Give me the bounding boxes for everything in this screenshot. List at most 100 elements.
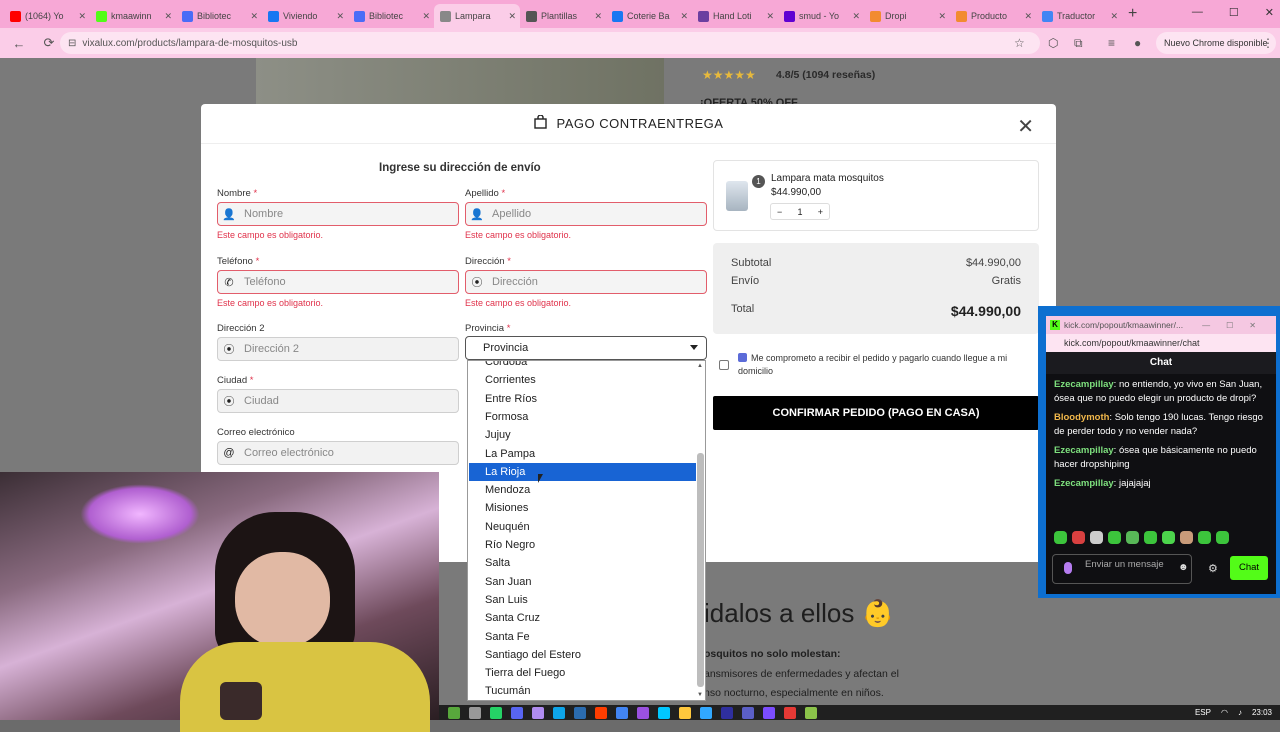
browser-tab[interactable]: kmaawinn ✕ — [90, 4, 176, 28]
menu-icon[interactable]: ⋮ — [1262, 36, 1274, 50]
dropdown-option[interactable]: Córdoba — [469, 361, 696, 371]
browser-tab[interactable]: Hand Loti ✕ — [692, 4, 778, 28]
dropdown-option[interactable]: Entre Ríos — [469, 390, 696, 408]
minus-button[interactable]: − — [777, 207, 782, 217]
extension-icon[interactable]: ⬡ — [1048, 36, 1058, 50]
puzzle-icon[interactable]: ⧉ — [1074, 36, 1083, 51]
taskbar-app-icon[interactable] — [637, 706, 649, 719]
taskbar-app-icon[interactable] — [700, 706, 712, 719]
telefono-field[interactable]: ✆ Teléfono — [217, 270, 459, 294]
chat-username[interactable]: Ezecampillay — [1054, 379, 1114, 390]
taskbar-app-icon[interactable] — [448, 706, 460, 719]
dropdown-scrollbar[interactable] — [697, 453, 704, 687]
dropdown-option[interactable]: San Luis — [469, 591, 696, 609]
dropdown-option[interactable]: La Pampa — [469, 445, 696, 463]
correo-field[interactable]: @ Correo electrónico — [217, 441, 459, 465]
close-window-icon[interactable]: ✕ — [1265, 6, 1274, 19]
dropdown-option[interactable]: Río Negro — [469, 536, 696, 554]
direccion-field[interactable]: ⦿ Dirección — [465, 270, 707, 294]
dropdown-option[interactable]: Tierra del Fuego — [469, 664, 696, 682]
dropdown-option[interactable]: Jujuy — [469, 426, 696, 444]
ciudad-field[interactable]: ⦿ Ciudad — [217, 389, 459, 413]
minimize-icon[interactable]: — — [1192, 6, 1203, 19]
browser-tab[interactable]: Dropi ✕ — [864, 4, 950, 28]
browser-tab[interactable]: smud - Yo ✕ — [778, 4, 864, 28]
taskbar-app-icon[interactable] — [511, 706, 523, 719]
tab-close-icon[interactable]: ✕ — [1110, 11, 1118, 22]
taskbar-app-icon[interactable] — [784, 706, 796, 719]
provincia-select[interactable]: Provincia — [465, 336, 707, 360]
taskbar-app-icon[interactable] — [721, 706, 733, 719]
wifi-icon[interactable]: ◠ — [1221, 706, 1228, 719]
gear-icon[interactable]: ⚙ — [1208, 562, 1218, 575]
dropdown-option[interactable]: Santa Cruz — [469, 609, 696, 627]
tab-close-icon[interactable]: ✕ — [78, 11, 86, 22]
dropdown-option[interactable]: Corrientes — [469, 371, 696, 389]
tab-close-icon[interactable]: ✕ — [508, 11, 516, 22]
emote-icon[interactable] — [1090, 530, 1103, 544]
tab-close-icon[interactable]: ✕ — [422, 11, 430, 22]
clock[interactable]: 23:03 — [1252, 706, 1272, 719]
back-icon[interactable]: ← — [8, 36, 30, 51]
profile-icon[interactable]: ● — [1134, 36, 1141, 50]
chrome-update-button[interactable]: Nuevo Chrome disponible — [1156, 32, 1276, 54]
taskbar-app-icon[interactable] — [805, 706, 817, 719]
browser-tab[interactable]: Lampara ✕ — [434, 4, 520, 28]
dropdown-option[interactable]: Tucumán — [469, 682, 696, 700]
bookmark-star-icon[interactable]: ☆ — [1014, 36, 1025, 50]
browser-tab[interactable]: Producto ✕ — [950, 4, 1036, 28]
new-tab-icon[interactable]: + — [1128, 5, 1137, 23]
commit-checkbox[interactable] — [719, 360, 729, 370]
emote-icon[interactable] — [1108, 530, 1121, 544]
dropdown-option[interactable]: Mendoza — [469, 481, 696, 499]
provincia-dropdown-list[interactable]: ▲ ▼ Córdoba Corrientes Entre Ríos Formosa Ju… — [467, 360, 706, 701]
emote-icon[interactable] — [1126, 530, 1139, 544]
mic-icon[interactable] — [1064, 562, 1072, 574]
reload-icon[interactable]: ⟳ — [38, 35, 60, 51]
browser-tab[interactable]: Coterie Ba ✕ — [606, 4, 692, 28]
language-indicator[interactable]: ESP — [1195, 706, 1211, 719]
taskbar-app-icon[interactable] — [553, 706, 565, 719]
tab-close-icon[interactable]: ✕ — [680, 11, 688, 22]
taskbar-app-icon[interactable] — [532, 706, 544, 719]
site-info-icon[interactable]: ⊟ — [68, 38, 76, 49]
nombre-field[interactable]: 👤 Nombre — [217, 202, 459, 226]
emote-icon[interactable] — [1180, 530, 1193, 544]
dropdown-option[interactable]: Santa Fe — [469, 628, 696, 646]
tab-close-icon[interactable]: ✕ — [250, 11, 258, 22]
dropdown-option[interactable]: Santiago del Estero — [469, 646, 696, 664]
checkbox-checked-icon[interactable] — [738, 353, 747, 362]
taskbar-app-icon[interactable] — [658, 706, 670, 719]
emote-icon[interactable] — [1072, 530, 1085, 544]
taskbar-app-icon[interactable] — [763, 706, 775, 719]
dropdown-option[interactable]: Misiones — [469, 499, 696, 517]
scroll-down-icon[interactable]: ▼ — [697, 692, 703, 698]
taskbar-app-icon[interactable] — [679, 706, 691, 719]
tab-close-icon[interactable]: ✕ — [1024, 11, 1032, 22]
media-icon[interactable]: ≡ — [1108, 36, 1115, 50]
dropdown-option[interactable]: La Rioja — [469, 462, 696, 481]
volume-icon[interactable]: ♪ — [1238, 706, 1242, 719]
apellido-field[interactable]: 👤 Apellido — [465, 202, 707, 226]
chat-message-input[interactable]: Enviar un mensaje — [1052, 554, 1192, 584]
dropdown-option[interactable]: Formosa — [469, 408, 696, 426]
browser-tab[interactable]: Bibliotec ✕ — [348, 4, 434, 28]
taskbar-app-icon[interactable] — [742, 706, 754, 719]
direccion2-field[interactable]: ⦿ Dirección 2 — [217, 337, 459, 361]
dropdown-option[interactable]: Salta — [469, 554, 696, 572]
browser-tab[interactable]: (1064) Yo ✕ — [4, 4, 90, 28]
tab-close-icon[interactable]: ✕ — [852, 11, 860, 22]
emote-icon[interactable] — [1144, 530, 1157, 544]
quantity-stepper[interactable]: − 1 + — [770, 203, 830, 220]
emote-icon[interactable] — [1162, 530, 1175, 544]
browser-tab[interactable]: Plantillas ✕ — [520, 4, 606, 28]
tab-close-icon[interactable]: ✕ — [594, 11, 602, 22]
url-input[interactable]: ⊟ vixalux.com/products/lampara-de-mosqui… — [60, 32, 1040, 54]
maximize-icon[interactable]: ☐ — [1229, 6, 1239, 19]
browser-tab[interactable]: Viviendo ✕ — [262, 4, 348, 28]
taskbar-app-icon[interactable] — [616, 706, 628, 719]
tab-close-icon[interactable]: ✕ — [938, 11, 946, 22]
send-chat-button[interactable]: Chat — [1230, 556, 1268, 580]
chat-username[interactable]: Ezecampillay — [1054, 478, 1114, 489]
taskbar-app-icon[interactable] — [469, 706, 481, 719]
